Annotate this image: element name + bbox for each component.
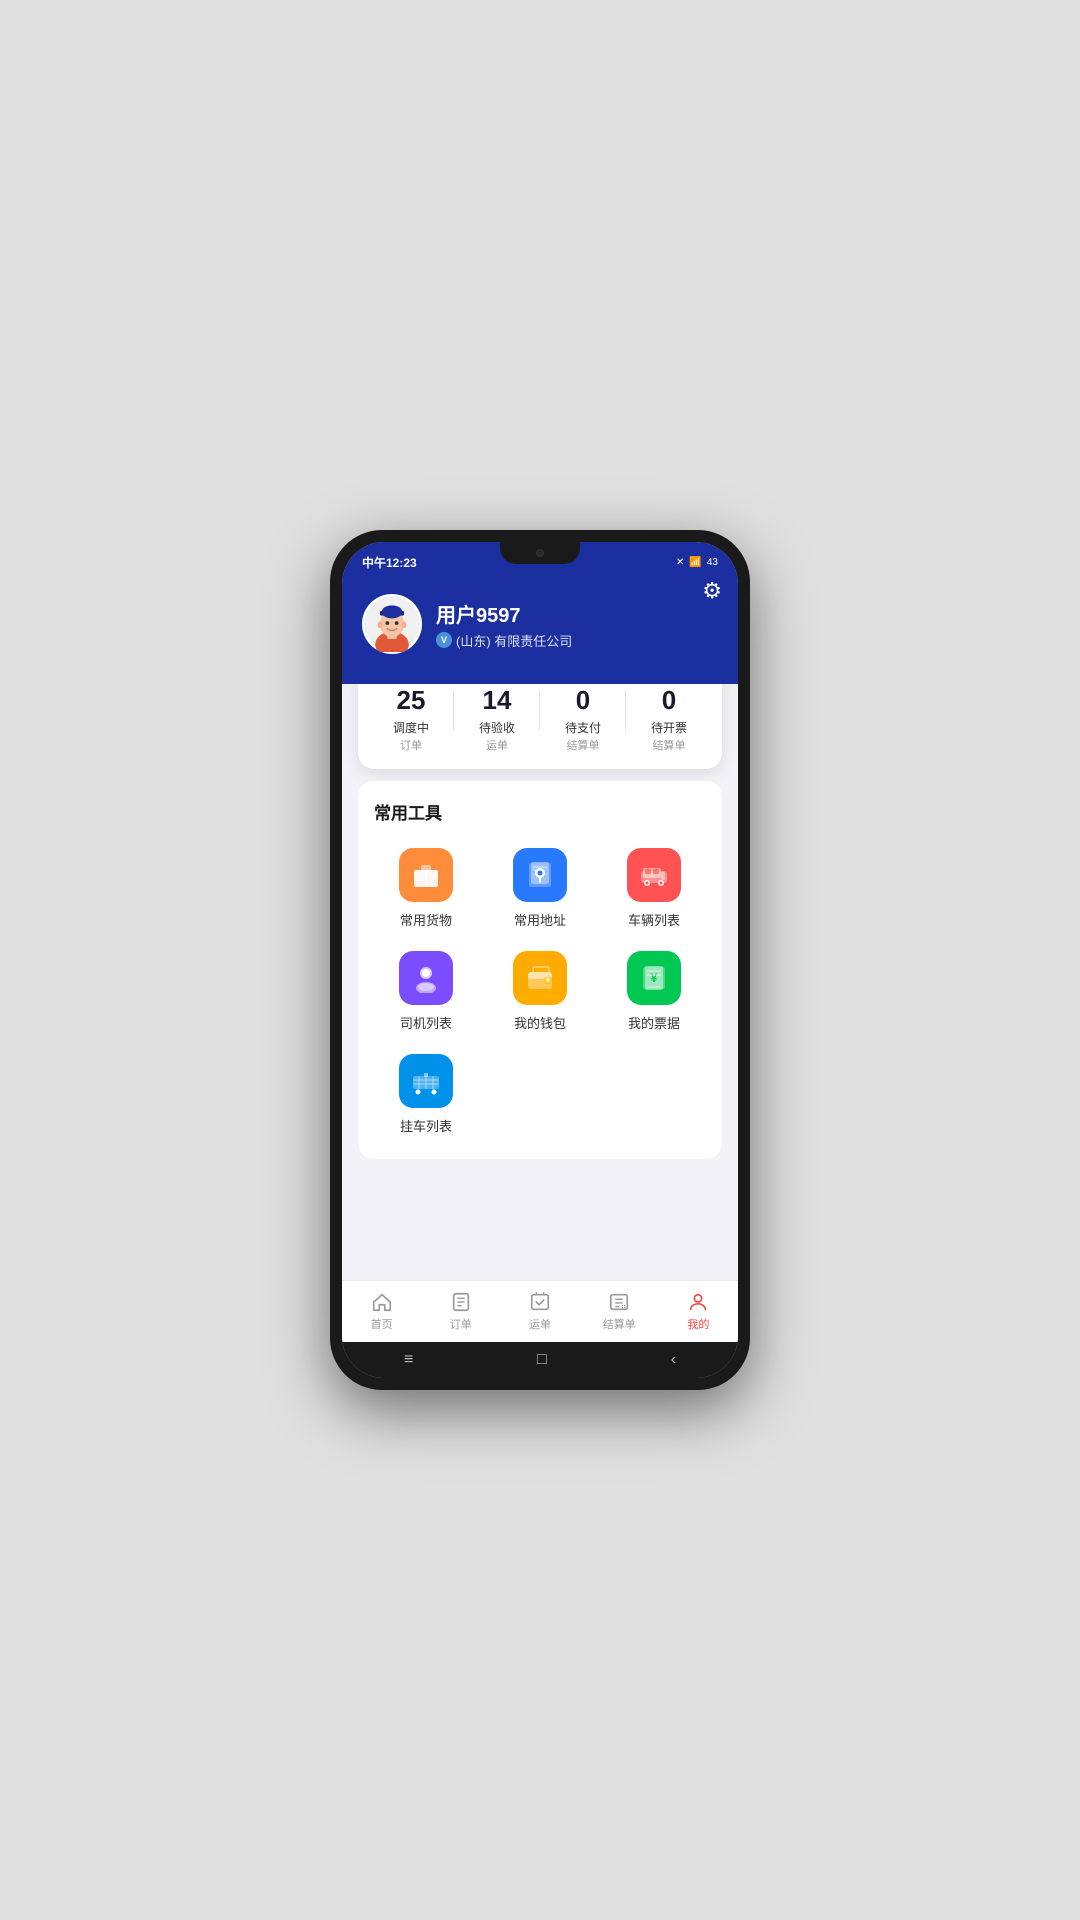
company-name: (山东) 有限责任公司 (456, 631, 572, 650)
verified-badge: V (436, 632, 452, 648)
stat-pending-accept[interactable]: 14 待验收 运单 (454, 686, 540, 753)
android-back-btn[interactable]: ‹ (671, 1351, 676, 1369)
tools-grid: 常用货物 (374, 842, 706, 1141)
user-info: 用户9597 V (山东) 有限责任公司 (362, 594, 718, 654)
nav-home-label: 首页 (371, 1316, 393, 1332)
company-info: V (山东) 有限责任公司 (436, 631, 572, 650)
tool-common-goods-label: 常用货物 (400, 910, 452, 929)
stat-pending-pay-number: 0 (540, 686, 626, 715)
nav-home[interactable]: 首页 (342, 1285, 421, 1338)
driver-list-icon (399, 951, 453, 1005)
nav-orders-label: 订单 (450, 1316, 472, 1332)
camera (536, 549, 544, 557)
status-icons: ✕ 📶 43 (676, 557, 718, 568)
nav-orders[interactable]: 订单 (421, 1285, 500, 1338)
content-area: 常用工具 (342, 781, 738, 1280)
tool-my-invoice-label: 我的票据 (628, 1013, 680, 1032)
trailer-list-icon (399, 1054, 453, 1108)
android-menu-btn[interactable]: ≡ (404, 1351, 413, 1369)
phone-frame: 中午12:23 ✕ 📶 43 ⚙ (330, 530, 750, 1390)
stat-pending-invoice-label2: 结算单 (626, 737, 712, 753)
tool-trailer-list-label: 挂车列表 (400, 1116, 452, 1135)
tool-common-address[interactable]: 常用地址 (488, 842, 592, 935)
tool-trailer-list[interactable]: 挂车列表 (374, 1048, 478, 1141)
stat-pending-invoice[interactable]: 0 待开票 结算单 (626, 686, 712, 753)
common-address-icon (513, 848, 567, 902)
tool-common-goods[interactable]: 常用货物 (374, 842, 478, 935)
user-details: 用户9597 V (山东) 有限责任公司 (436, 599, 572, 650)
android-home-btn[interactable]: □ (537, 1351, 547, 1369)
stat-pending-pay-label1: 待支付 (540, 719, 626, 736)
stat-pending-pay[interactable]: 0 待支付 结算单 (540, 686, 626, 753)
tool-my-wallet-label: 我的钱包 (514, 1013, 566, 1032)
tools-card: 常用工具 (358, 781, 722, 1159)
battery-icon: 43 (707, 557, 718, 568)
profile-header: ⚙ (342, 578, 738, 684)
common-goods-icon (399, 848, 453, 902)
wifi-icon: 📶 (689, 557, 701, 568)
svg-text:¥: ¥ (651, 971, 658, 985)
my-wallet-icon (513, 951, 567, 1005)
avatar[interactable] (362, 594, 422, 654)
tool-vehicle-list[interactable]: 车辆列表 (602, 842, 706, 935)
stat-pending-accept-label2: 运单 (454, 737, 540, 753)
bottom-nav: 首页 订单 运单 (342, 1280, 738, 1342)
username: 用户9597 (436, 599, 572, 628)
stat-scheduling-label2: 订单 (368, 737, 454, 753)
stat-scheduling-number: 25 (368, 686, 454, 715)
tool-my-wallet[interactable]: 我的钱包 (488, 945, 592, 1038)
notch (500, 542, 580, 564)
settings-button[interactable]: ⚙ (702, 578, 722, 604)
screen-record-icon: ✕ (676, 557, 684, 568)
stat-pending-pay-label2: 结算单 (540, 737, 626, 753)
stat-scheduling[interactable]: 25 调度中 订单 (368, 686, 454, 753)
stat-pending-invoice-label1: 待开票 (626, 719, 712, 736)
vehicle-list-icon (627, 848, 681, 902)
stat-pending-accept-label1: 待验收 (454, 719, 540, 736)
my-invoice-icon: ¥ (627, 951, 681, 1005)
tool-driver-list-label: 司机列表 (400, 1013, 452, 1032)
tool-vehicle-list-label: 车辆列表 (628, 910, 680, 929)
tool-my-invoice[interactable]: ¥ 我的票据 (602, 945, 706, 1038)
phone-screen: 中午12:23 ✕ 📶 43 ⚙ (342, 542, 738, 1378)
nav-settlement[interactable]: 结算单 (580, 1285, 659, 1338)
tools-section-title: 常用工具 (374, 799, 706, 824)
stat-pending-invoice-number: 0 (626, 686, 712, 715)
tool-common-address-label: 常用地址 (514, 910, 566, 929)
status-time: 中午12:23 (362, 554, 417, 571)
nav-settlement-label: 结算单 (603, 1316, 636, 1332)
stat-scheduling-label1: 调度中 (368, 719, 454, 736)
nav-waybill[interactable]: 运单 (500, 1285, 579, 1338)
stat-pending-accept-number: 14 (454, 686, 540, 715)
tool-driver-list[interactable]: 司机列表 (374, 945, 478, 1038)
nav-mine[interactable]: 我的 (659, 1285, 738, 1338)
nav-mine-label: 我的 (687, 1316, 709, 1332)
android-nav-bar: ≡ □ ‹ (342, 1342, 738, 1378)
nav-waybill-label: 运单 (529, 1316, 551, 1332)
